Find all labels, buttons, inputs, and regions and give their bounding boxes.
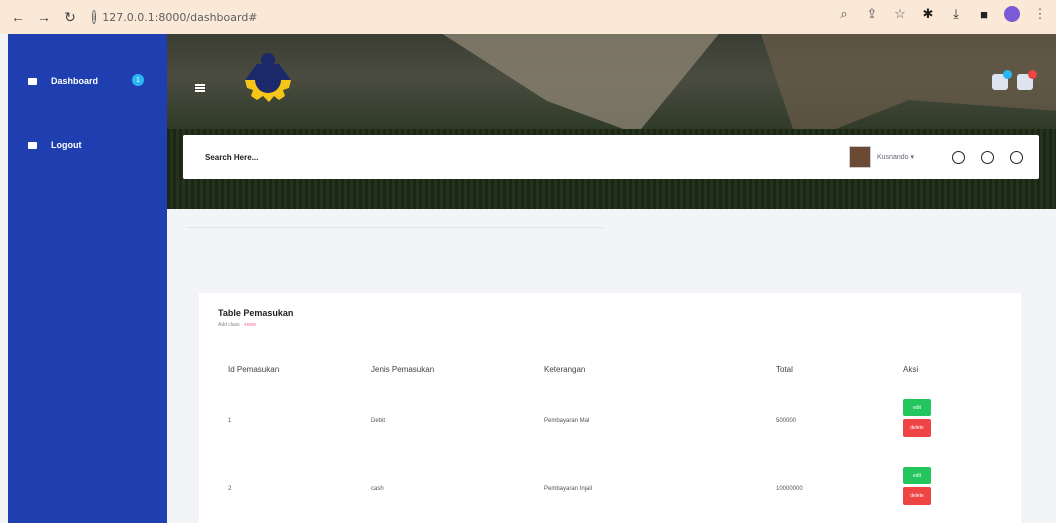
card-title: Table Pemasukan — [218, 308, 294, 318]
mountain-image — [427, 34, 727, 134]
url-text: 127.0.0.1:8000/dashboard# — [102, 10, 258, 24]
column-header: Jenis Pemasukan — [371, 365, 435, 374]
avatar[interactable] — [849, 146, 871, 168]
column-header: Id Pemasukan — [228, 365, 280, 374]
dashboard-icon — [28, 77, 37, 85]
divider — [186, 227, 604, 228]
clock-icon[interactable] — [1010, 150, 1023, 164]
hamburger-menu-icon[interactable] — [195, 84, 205, 92]
profile-avatar[interactable] — [1004, 6, 1020, 22]
power-icon[interactable] — [952, 150, 965, 164]
sidebar-item-label: Logout — [51, 140, 82, 150]
message-icon[interactable] — [992, 70, 1012, 90]
menu-icon[interactable]: ⋮ — [1032, 6, 1048, 22]
delete-button[interactable]: delete — [903, 487, 931, 505]
delete-button[interactable]: delete — [903, 419, 931, 437]
reload-icon[interactable]: ↻ — [60, 7, 80, 27]
add-link[interactable]: +new — [244, 322, 256, 328]
globe-icon[interactable] — [981, 150, 994, 164]
badge-dot — [1028, 70, 1037, 79]
column-header: Aksi — [903, 365, 919, 374]
cell-jenis: cash — [371, 486, 384, 492]
sidebar-item-dashboard[interactable]: Dashboard — [28, 76, 98, 86]
sidebar-item-logout[interactable]: Logout — [28, 140, 82, 150]
edit-button[interactable]: edit — [903, 399, 931, 416]
cell-total: 500000 — [776, 418, 797, 424]
cell-keterangan: Pembayaran Injail — [544, 486, 593, 492]
cell-id: 1 — [228, 418, 232, 424]
zoom-icon[interactable]: ⌕ — [836, 6, 852, 22]
column-header: Keterangan — [544, 365, 586, 374]
browser-toolbar: ← → ↻ i 127.0.0.1:8000/dashboard# ⌕ ⇪ ☆ … — [0, 0, 1056, 34]
back-icon[interactable]: ← — [8, 7, 28, 27]
gear-logo-icon — [245, 53, 291, 102]
column-header: Total — [776, 365, 793, 374]
forward-icon[interactable]: → — [34, 7, 54, 27]
info-icon[interactable]: i — [92, 10, 97, 24]
income-table-card: Table Pemasukan Add class +new Id Pemasuk… — [199, 293, 1021, 523]
sidebar: Dashboard 1 Logout — [8, 34, 167, 523]
cell-id: 2 — [228, 486, 232, 492]
logout-icon — [28, 141, 37, 149]
sidebar-item-label: Dashboard — [51, 76, 99, 86]
top-search-bar: Search Here... Kusnando ▾ — [183, 135, 1039, 179]
header-banner: Search Here... Kusnando ▾ — [167, 34, 1056, 209]
download-icon[interactable]: ⤓ — [948, 6, 964, 22]
edit-button[interactable]: edit — [903, 467, 931, 484]
cell-jenis: Debit — [371, 418, 386, 424]
card-subtitle: Add class +new — [218, 322, 256, 328]
user-name-dropdown[interactable]: Kusnando ▾ — [877, 153, 914, 161]
cell-total: 10000000 — [776, 486, 803, 492]
address-bar[interactable]: i 127.0.0.1:8000/dashboard# — [92, 6, 258, 28]
share-icon[interactable]: ⇪ — [864, 6, 880, 22]
extension-icon[interactable]: ✱ — [920, 6, 936, 22]
star-icon[interactable]: ☆ — [892, 6, 908, 22]
notification-badge: 1 — [132, 74, 144, 86]
search-input[interactable]: Search Here... — [205, 153, 849, 162]
cell-keterangan: Pembayaran Mal — [544, 418, 590, 424]
sidepanel-icon[interactable]: ■ — [976, 6, 992, 22]
badge-dot — [1003, 70, 1012, 79]
bell-icon[interactable] — [1017, 70, 1037, 90]
